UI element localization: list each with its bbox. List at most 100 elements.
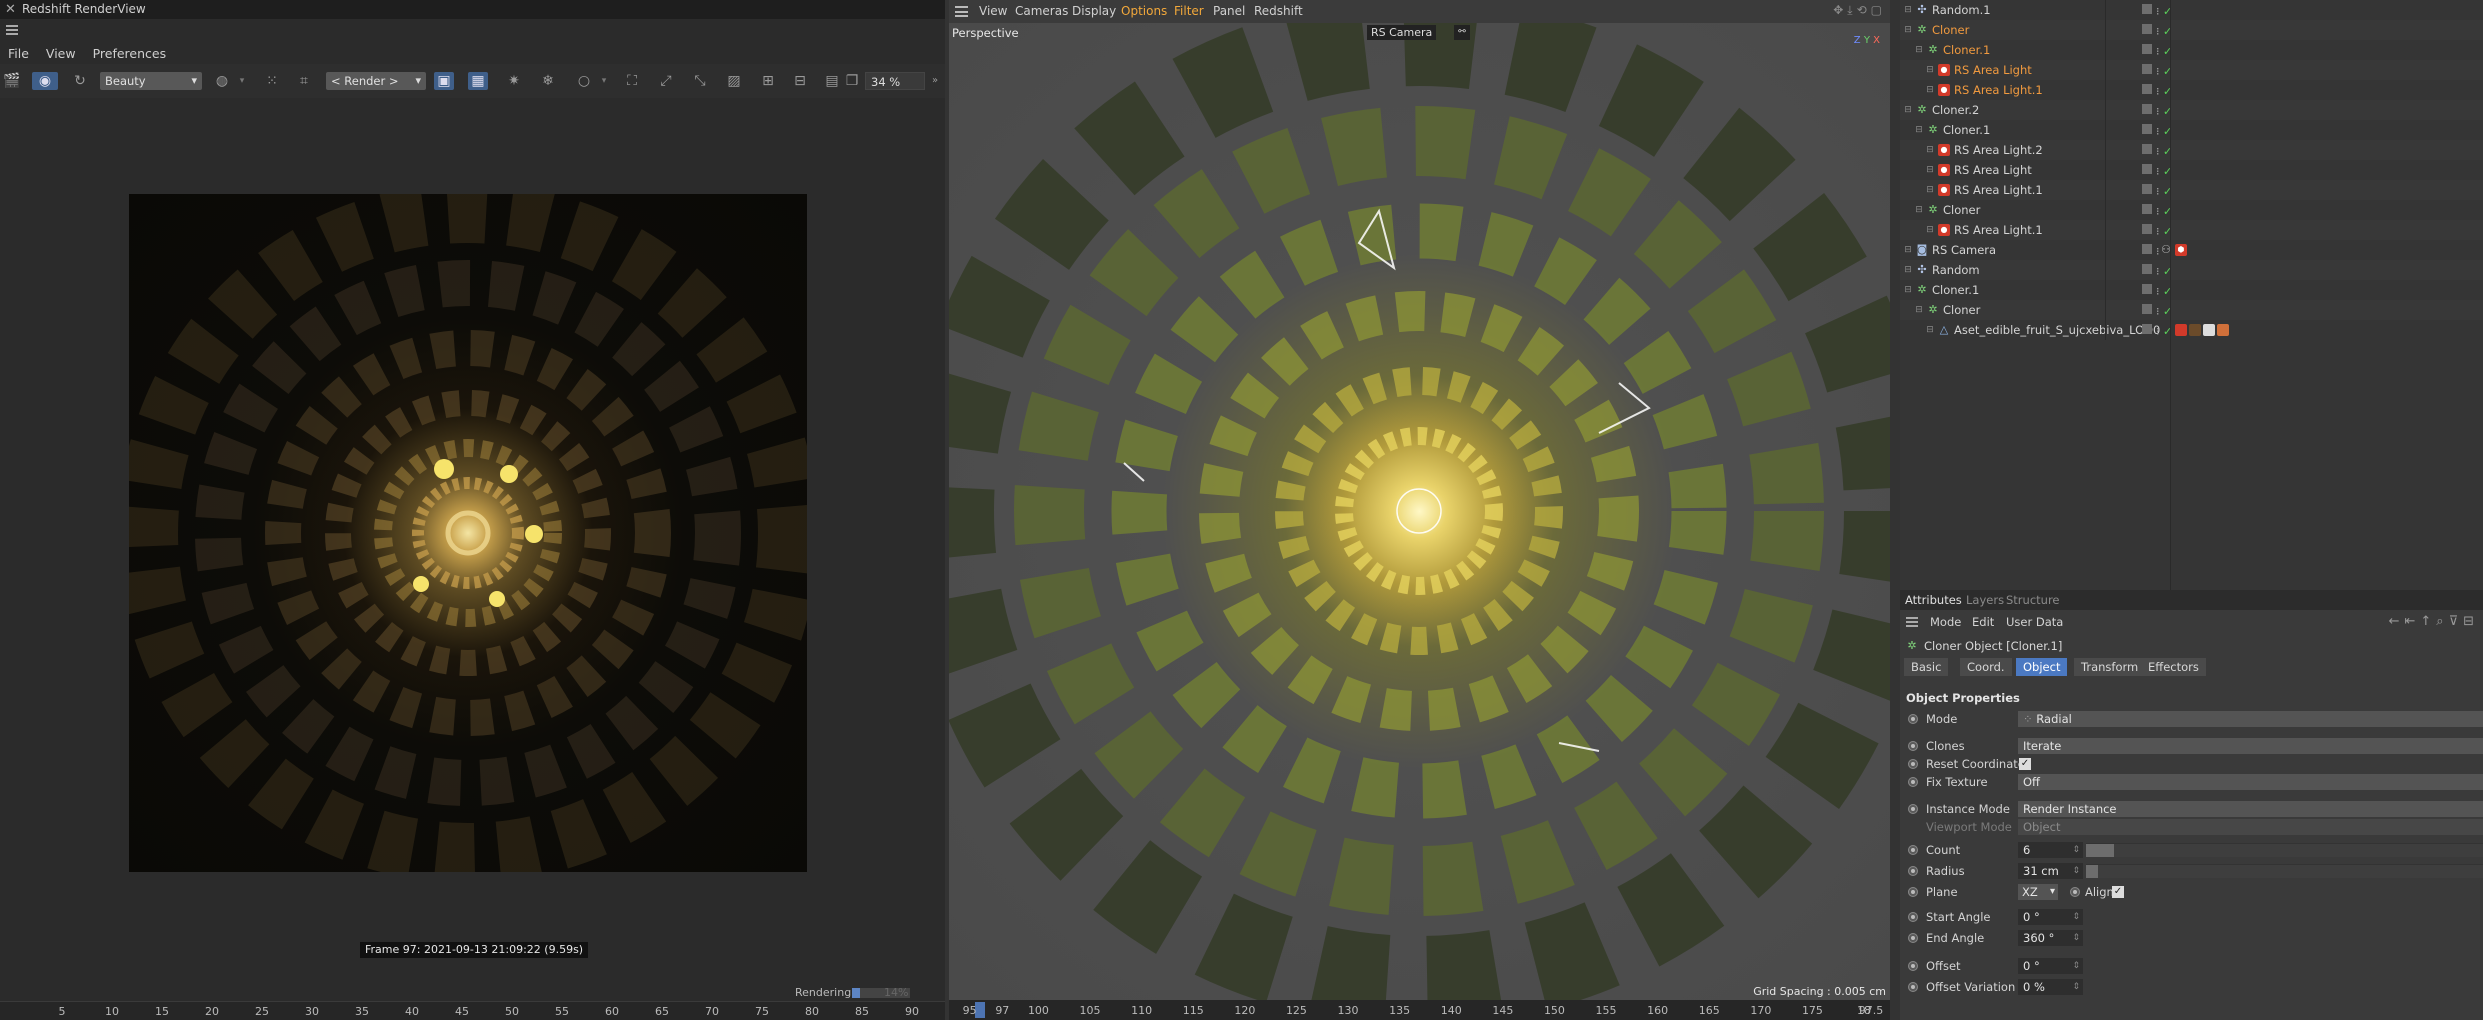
visibility-dots-icon[interactable]: ⁝ <box>2156 162 2160 182</box>
object-row[interactable]: ⊟ ✣ Random ⁝ ✓ <box>1900 260 2483 280</box>
vp-menu-options[interactable]: Options <box>1121 4 1167 18</box>
close-icon[interactable]: ✕ <box>5 0 16 19</box>
expand-toggle-icon[interactable]: ⊟ <box>1902 264 1914 276</box>
mode-keyframe-icon[interactable] <box>1908 714 1918 724</box>
layer-swatch[interactable] <box>2142 244 2152 254</box>
vp-menu-display[interactable]: Display <box>1072 4 1116 18</box>
aov-dropdown[interactable]: Beauty <box>100 72 202 90</box>
count-field[interactable]: 6 <box>2018 842 2083 858</box>
viewport-nav-icons[interactable]: ✥⤓⟲▢ <box>1833 3 1886 18</box>
expand-toggle-icon[interactable]: ⊟ <box>1902 24 1914 36</box>
expand-toggle-icon[interactable]: ⊟ <box>1924 184 1936 196</box>
count-slider[interactable] <box>2086 843 2483 857</box>
end-angle-field[interactable]: 360 ° <box>2018 930 2083 946</box>
end-keyframe-icon[interactable] <box>1908 933 1918 943</box>
tab-structure[interactable]: Structure <box>2006 593 2060 607</box>
expand-toggle-icon[interactable]: ⊟ <box>1924 84 1936 96</box>
attr-menu-mode[interactable]: Mode <box>1930 615 1961 629</box>
visibility-dots-icon[interactable]: ⁝ <box>2156 222 2160 242</box>
visibility-dots-icon[interactable]: ⁝ <box>2156 322 2160 342</box>
image-icon[interactable]: ▨ <box>724 72 744 90</box>
clones-keyframe-icon[interactable] <box>1908 741 1918 751</box>
copy-icon[interactable]: ❐ <box>842 72 862 90</box>
layer-swatch[interactable] <box>2142 124 2152 134</box>
visibility-dots-icon[interactable]: ⁝ <box>2156 302 2160 322</box>
layer-swatch[interactable] <box>2142 64 2152 74</box>
render-target-dropdown[interactable]: < Render > <box>326 72 426 90</box>
clapper-icon[interactable]: 🎬 <box>2 72 22 90</box>
offset-variation-field[interactable]: 0 % <box>2018 979 2083 995</box>
bucket-icon[interactable]: ▦ <box>468 72 488 90</box>
redshift-tag-icon[interactable]: ⬢ <box>2175 244 2187 256</box>
expand-toggle-icon[interactable]: ⊟ <box>1924 164 1936 176</box>
visibility-dots-icon[interactable]: ⁝ <box>2156 102 2160 122</box>
hamburger-menu-icon[interactable] <box>6 25 18 35</box>
magic-icon[interactable]: ⤡ <box>690 72 710 90</box>
subtab-effectors[interactable]: Effectors <box>2141 658 2206 676</box>
crop-icon[interactable]: ⌗ <box>294 72 314 90</box>
picture-viewer-icon[interactable]: ▤ <box>822 72 842 90</box>
material-tag-icon[interactable] <box>2175 324 2187 336</box>
object-row[interactable]: ⊟ ● RS Area Light.1 ⁝ ✓ <box>1900 180 2483 200</box>
layer-swatch[interactable] <box>2142 44 2152 54</box>
plane-dropdown[interactable]: XZ <box>2018 884 2058 900</box>
visibility-dots-icon[interactable]: ⁝ <box>2156 22 2160 42</box>
layer-swatch[interactable] <box>2142 264 2152 274</box>
camera-link-icon[interactable]: ⚯ <box>1454 25 1470 40</box>
expand-toggle-icon[interactable]: ⊟ <box>1924 324 1936 336</box>
rgb-icon[interactable]: ◍ <box>212 72 232 90</box>
object-row[interactable]: ⊟ △ Aset_edible_fruit_S_ujcxebiva_LOD0 ⁝ ✓ <box>1900 320 2483 340</box>
align-keyframe-icon[interactable] <box>2070 887 2080 897</box>
layer-swatch[interactable] <box>2142 284 2152 294</box>
layer-swatch[interactable] <box>2142 324 2152 334</box>
object-row[interactable]: ⊟ ✲ Cloner ⁝ ✓ <box>1900 300 2483 320</box>
grid-dots-icon[interactable]: ⁙ <box>262 72 282 90</box>
layer-swatch[interactable] <box>2142 4 2152 14</box>
chevron-down-icon[interactable]: ▾ <box>594 72 614 90</box>
layer-swatch[interactable] <box>2142 144 2152 154</box>
offvar-keyframe-icon[interactable] <box>1908 982 1918 992</box>
layer-swatch[interactable] <box>2142 304 2152 314</box>
expand-toggle-icon[interactable]: ⊟ <box>1913 124 1925 136</box>
visibility-dots-icon[interactable]: ⁝ <box>2156 282 2160 302</box>
vp-menu-view[interactable]: View <box>979 4 1007 18</box>
object-row[interactable]: ⊟ ● RS Area Light.1 ⁝ ✓ <box>1900 80 2483 100</box>
subtab-basic[interactable]: Basic <box>1904 658 1949 676</box>
object-row[interactable]: ⊟ ✲ Cloner.2 ⁝ ✓ <box>1900 100 2483 120</box>
material-tag-icon[interactable] <box>2189 324 2201 336</box>
object-row[interactable]: ⊟ ● RS Area Light ⁝ ✓ <box>1900 160 2483 180</box>
layer-swatch[interactable] <box>2142 84 2152 94</box>
timeline-current-frame[interactable]: 97.5 <box>1859 1004 1884 1017</box>
expand-toggle-icon[interactable]: ⊟ <box>1902 284 1914 296</box>
visibility-dots-icon[interactable]: ⁝ <box>2156 142 2160 162</box>
start-angle-field[interactable]: 0 ° <box>2018 909 2083 925</box>
menu-preferences[interactable]: Preferences <box>85 45 176 63</box>
visibility-dots-icon[interactable]: ⁝ <box>2156 242 2160 262</box>
viewport-hamburger-icon[interactable] <box>955 6 968 17</box>
visibility-dots-icon[interactable]: ⁝ <box>2156 122 2160 142</box>
expand-toggle-icon[interactable]: ⊟ <box>1924 144 1936 156</box>
attr-menu-edit[interactable]: Edit <box>1972 615 1994 629</box>
count-keyframe-icon[interactable] <box>1908 845 1918 855</box>
subtab-transform[interactable]: Transform <box>2074 658 2146 676</box>
circle-icon[interactable]: ○ <box>574 72 594 90</box>
vp-menu-cameras[interactable]: Cameras <box>1015 4 1068 18</box>
viewport-timeline[interactable]: 95 97 100 105 110 115 120 125 130 135 140 145 150 155… <box>949 1000 1890 1020</box>
start-keyframe-icon[interactable] <box>1908 912 1918 922</box>
object-row[interactable]: ⊟ ✲ Cloner.1 ⁝ ✓ <box>1900 120 2483 140</box>
attr-menu-user-data[interactable]: User Data <box>2006 615 2063 629</box>
subtab-object[interactable]: Object <box>2016 658 2068 676</box>
menu-view[interactable]: View <box>38 45 85 63</box>
add-snapshot-icon[interactable]: ⊞ <box>758 72 778 90</box>
viewport-canvas[interactable]: Perspective RS Camera ⚯ Z Y X Grid Spaci… <box>949 23 1890 1000</box>
instance-mode-dropdown[interactable]: Render Instance <box>2018 801 2483 817</box>
checker-tag-icon[interactable] <box>2203 324 2215 336</box>
layer-swatch[interactable] <box>2142 204 2152 214</box>
vp-menu-filter[interactable]: Filter <box>1174 4 1204 18</box>
layer-swatch[interactable] <box>2142 224 2152 234</box>
attribute-hamburger-icon[interactable] <box>1906 617 1918 627</box>
offset-keyframe-icon[interactable] <box>1908 961 1918 971</box>
vp-menu-redshift[interactable]: Redshift <box>1254 4 1303 18</box>
active-camera-label[interactable]: RS Camera <box>1367 25 1437 40</box>
object-row[interactable]: ⊟ ● RS Area Light.2 ⁝ ✓ <box>1900 140 2483 160</box>
